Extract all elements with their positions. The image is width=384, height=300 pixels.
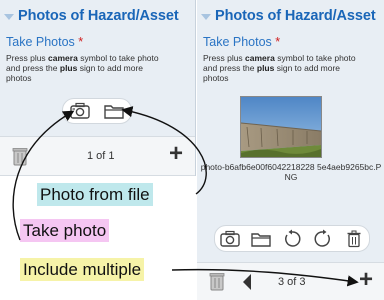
required-mark: * [78,35,84,49]
instr-text: photos [203,73,229,83]
plus-icon[interactable]: + [359,268,373,292]
right-bottom-bar: 3 of 3 + [197,262,384,300]
rotate-left-icon[interactable] [280,229,304,249]
instr-text: Press plus [203,53,246,63]
camera-icon[interactable] [68,101,92,121]
right-photo-counter: 3 of 3 [278,276,306,288]
callout-photo-from-file: Photo from file [37,183,153,206]
callout-include-multiple: Include multiple [20,258,145,281]
instr-text: sign to add more [274,63,341,73]
prev-arrow-icon[interactable] [235,272,259,292]
photo-thumbnail[interactable] [240,96,322,158]
rotate-right-icon[interactable] [311,229,335,249]
left-photo-toolbar [62,98,132,124]
left-instructions: Press plus camera symbol to take photo a… [6,53,159,83]
folder-icon[interactable] [102,101,126,121]
chevron-down-icon[interactable] [201,14,211,20]
left-photo-counter: 1 of 1 [87,150,115,162]
callout-take-photo: Take photo [20,219,110,242]
required-mark: * [275,35,281,49]
instr-plus-word: plus [59,63,78,73]
instr-text: and press the [6,63,60,73]
instr-plus-word: plus [256,63,275,73]
folder-icon[interactable] [249,229,273,249]
instr-text: Press plus [6,53,49,63]
instr-text: photos [6,73,32,83]
camera-icon[interactable] [218,229,242,249]
trash-icon[interactable] [342,229,366,249]
right-header-title: Photos of Hazard/Asset [215,8,376,24]
instr-camera-word: camera [48,53,78,63]
right-photo-toolbar [214,225,370,252]
right-take-photos-label: Take Photos * [203,35,280,49]
instr-text: symbol to take photo [274,53,356,63]
left-bottom-bar: 1 of 1 + [0,136,195,176]
left-take-photos-label: Take Photos * [6,35,83,49]
plus-icon[interactable]: + [169,142,183,166]
right-section-header[interactable]: Photos of Hazard/Asset [201,8,376,24]
left-header-title: Photos of Hazard/Asset [18,8,179,24]
trash-icon[interactable] [8,146,32,166]
instr-text: and press the [203,63,257,73]
instr-camera-word: camera [245,53,275,63]
right-instructions: Press plus camera symbol to take photo a… [203,53,356,83]
instr-text: sign to add more [77,63,144,73]
instr-text: symbol to take photo [77,53,159,63]
left-subtitle: Take Photos [6,35,75,49]
photo-file-name: photo-b6afb6e00f6042218228 5e4aeb9265bc.… [200,162,382,182]
right-subtitle: Take Photos [203,35,272,49]
chevron-down-icon[interactable] [4,14,14,20]
left-section-header[interactable]: Photos of Hazard/Asset [4,8,179,24]
trash-icon[interactable] [205,271,229,291]
